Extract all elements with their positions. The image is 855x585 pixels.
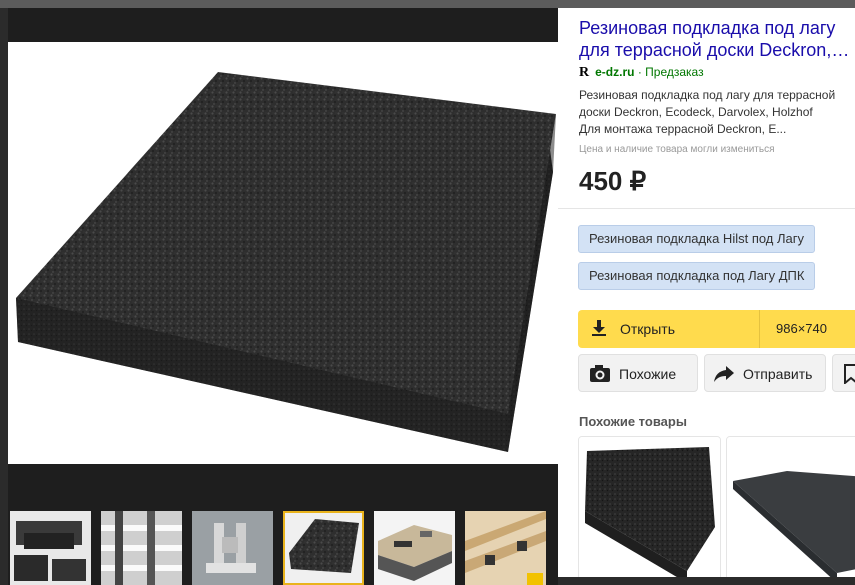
- download-icon: [590, 319, 608, 342]
- details-panel: Резиновая подкладка под лагу для террасн…: [558, 8, 855, 577]
- source-separator: ·: [637, 65, 642, 79]
- divider: [558, 208, 855, 209]
- similar-images-button[interactable]: Похожие: [578, 354, 698, 392]
- description-line-2: доски Deckron, Ecodeck, Darvolex, Holzho…: [579, 105, 813, 119]
- share-arrow-icon: [713, 364, 735, 389]
- button-separator: [759, 310, 760, 348]
- product-title[interactable]: Резиновая подкладка под лагу для террасн…: [579, 17, 855, 61]
- open-image-button[interactable]: Открыть 986×740 ▴: [578, 310, 855, 348]
- similar-button-label: Похожие: [619, 366, 677, 382]
- related-tag-1[interactable]: Резиновая подкладка Hilst под Лагу: [578, 225, 816, 253]
- thumbnail-1[interactable]: [10, 511, 91, 585]
- similar-product-card-1[interactable]: [578, 436, 721, 577]
- similar-product-image-2: [727, 437, 855, 577]
- viewer-header: [8, 8, 558, 42]
- title-line-1: Резиновая подкладка под лагу: [579, 18, 836, 38]
- similar-products-title: Похожие товары: [579, 414, 687, 429]
- thumbnail-5[interactable]: [374, 511, 455, 585]
- similar-product-card-2[interactable]: [726, 436, 855, 577]
- thumbnail-3[interactable]: [192, 511, 273, 585]
- thumbnail-2[interactable]: [101, 511, 182, 585]
- camera-search-icon: [589, 364, 611, 389]
- main-image[interactable]: [8, 42, 558, 464]
- similar-product-image-1: [579, 437, 720, 577]
- thumbnail-4-active[interactable]: [283, 511, 364, 585]
- source-favicon-icon: R: [579, 65, 590, 80]
- thumbnail-6[interactable]: [465, 511, 546, 585]
- availability-status: Предзаказ: [645, 65, 704, 79]
- image-viewer: [8, 8, 558, 585]
- description-line-1: Резиновая подкладка под лагу для террасн…: [579, 88, 836, 102]
- rubber-pad-image: [16, 72, 556, 452]
- related-tag-2[interactable]: Резиновая подкладка под Лагу ДПК: [578, 262, 816, 290]
- share-button[interactable]: Отправить: [704, 354, 826, 392]
- share-button-label: Отправить: [743, 366, 813, 382]
- description-line-3: Для монтажа террасной Deckron, E...: [579, 122, 787, 136]
- product-price: 450 ₽: [579, 166, 647, 196]
- bookmark-button[interactable]: [832, 354, 855, 392]
- source-line: Re-dz.ru · Предзаказ: [579, 65, 704, 81]
- top-bar: [0, 0, 855, 8]
- bookmark-icon: [843, 364, 855, 389]
- title-line-2: для террасной доски Deckron,…: [579, 40, 850, 60]
- viewer-footer: [8, 464, 558, 508]
- source-link[interactable]: e-dz.ru: [595, 65, 634, 79]
- thumbnail-strip: [8, 508, 558, 585]
- open-button-label: Открыть: [620, 321, 675, 337]
- price-note: Цена и наличие товара могли измениться: [579, 144, 775, 155]
- image-size-select[interactable]: 986×740: [776, 321, 827, 336]
- product-description: Резиновая подкладка под лагу для террасн…: [579, 87, 855, 138]
